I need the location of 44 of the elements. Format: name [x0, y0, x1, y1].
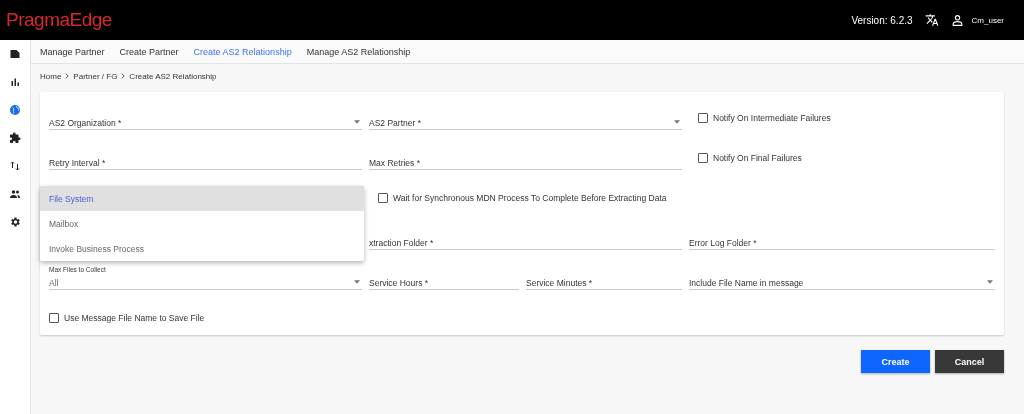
input-field[interactable]: xtraction Folder * — [369, 232, 682, 250]
tab[interactable]: Create Partner — [116, 46, 189, 57]
puzzle-icon[interactable] — [9, 132, 21, 144]
caret-icon — [354, 280, 360, 284]
globe-icon[interactable] — [9, 104, 21, 116]
translate-icon[interactable] — [924, 13, 939, 27]
create-button[interactable]: Create — [861, 350, 930, 373]
people-icon[interactable] — [9, 188, 21, 200]
input-field[interactable]: Max Retries * — [369, 152, 682, 170]
chevron-icon — [120, 72, 127, 81]
checkbox[interactable] — [698, 153, 708, 163]
checkbox-label: Wait for Synchronous MDN Process To Complete Before Extracting Data — [393, 193, 667, 203]
caret-icon — [354, 120, 360, 124]
cancel-button[interactable]: Cancel — [935, 350, 1004, 373]
input-field[interactable]: Error Log Folder * — [689, 232, 995, 250]
input-field[interactable]: Service Minutes * — [526, 266, 682, 290]
settings-icon[interactable] — [9, 216, 21, 228]
checkbox[interactable] — [698, 113, 708, 123]
app-logo: PragmaEdge — [6, 9, 112, 31]
tab[interactable]: Manage Partner — [37, 46, 115, 57]
menu-option[interactable]: File System — [40, 186, 364, 211]
menu-option[interactable]: Mailbox — [40, 211, 364, 236]
input-field[interactable]: Retry Interval * — [49, 152, 362, 170]
user-icon[interactable] — [950, 13, 964, 27]
checkbox-label: Use Message File Name to Save File — [64, 313, 205, 323]
menu-option[interactable]: Invoke Business Process — [40, 236, 364, 261]
dropdown-field[interactable]: Include File Name in message — [689, 266, 995, 290]
tab[interactable]: Create AS2 Relationship — [190, 46, 302, 57]
breadcrumb-link[interactable]: Home — [40, 72, 62, 81]
caret-icon — [674, 120, 680, 124]
dropdown-field[interactable]: AS2 Partner * — [369, 112, 682, 130]
input-field[interactable]: Service Hours * — [369, 266, 519, 290]
caret-icon — [987, 280, 993, 284]
tab[interactable]: Manage AS2 Relationship — [303, 46, 421, 57]
user-name[interactable]: Cm_user — [971, 15, 1004, 25]
breadcrumb-link[interactable]: Partner / FG — [73, 72, 118, 81]
checkbox[interactable] — [378, 193, 388, 203]
version-label: Version: 6.2.3 — [851, 14, 913, 26]
checkbox[interactable] — [49, 313, 59, 323]
checkbox-label: Notify On Final Failures — [713, 153, 802, 163]
checkbox-label: Notify On Intermediate Failures — [713, 113, 831, 123]
chevron-icon — [64, 72, 71, 81]
bar-chart-icon[interactable] — [9, 76, 21, 88]
dropdown-field[interactable]: AS2 Organization * — [49, 112, 362, 130]
